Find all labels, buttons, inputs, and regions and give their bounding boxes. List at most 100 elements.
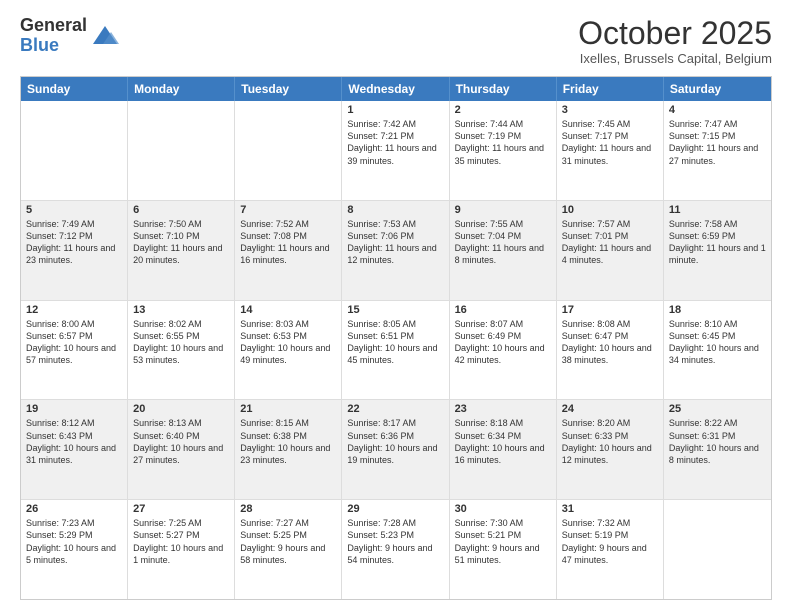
- cal-cell: 19 Sunrise: 8:12 AM Sunset: 6:43 PM Dayli…: [21, 400, 128, 499]
- cal-cell: 17 Sunrise: 8:08 AM Sunset: 6:47 PM Dayli…: [557, 301, 664, 400]
- cal-cell: 8Sunrise: 7:53 AM Sunset: 7:06 PM Daylig…: [342, 201, 449, 300]
- day-number: 20: [133, 403, 229, 415]
- day-number: 6: [133, 204, 229, 216]
- day-number: 14: [240, 304, 336, 316]
- day-number: 21: [240, 403, 336, 415]
- day-content: Sunrise: 8:12 AM Sunset: 6:43 PM Dayligh…: [26, 417, 122, 466]
- day-content: Sunrise: 7:55 AM Sunset: 7:04 PM Dayligh…: [455, 218, 551, 267]
- day-content: Sunrise: 8:08 AM Sunset: 6:47 PM Dayligh…: [562, 318, 658, 367]
- day-number: 3: [562, 104, 658, 116]
- cal-cell: 5 Sunrise: 7:49 AM Sunset: 7:12 PM Daylig…: [21, 201, 128, 300]
- cal-cell: 11Sunrise: 7:58 AM Sunset: 6:59 PM Dayli…: [664, 201, 771, 300]
- day-number: 10: [562, 204, 658, 216]
- day-content: Sunrise: 7:25 AM Sunset: 5:27 PM Dayligh…: [133, 517, 229, 566]
- cal-cell: 26 Sunrise: 7:23 AM Sunset: 5:29 PM Dayli…: [21, 500, 128, 599]
- day-content: Sunrise: 7:57 AM Sunset: 7:01 PM Dayligh…: [562, 218, 658, 267]
- day-number: 5: [26, 204, 122, 216]
- day-number: 13: [133, 304, 229, 316]
- cal-cell: [128, 101, 235, 200]
- day-content: Sunrise: 7:28 AM Sunset: 5:23 PM Dayligh…: [347, 517, 443, 566]
- day-content: Sunrise: 8:05 AM Sunset: 6:51 PM Dayligh…: [347, 318, 443, 367]
- day-content: Sunrise: 7:47 AM Sunset: 7:15 PM Dayligh…: [669, 118, 766, 167]
- cal-header-monday: Monday: [128, 77, 235, 101]
- day-content: Sunrise: 7:42 AM Sunset: 7:21 PM Dayligh…: [347, 118, 443, 167]
- logo-icon: [91, 22, 119, 50]
- day-number: 24: [562, 403, 658, 415]
- cal-cell: 4 Sunrise: 7:47 AM Sunset: 7:15 PM Daylig…: [664, 101, 771, 200]
- cal-header-friday: Friday: [557, 77, 664, 101]
- day-number: 23: [455, 403, 551, 415]
- month-title: October 2025: [578, 16, 772, 51]
- cal-cell: [235, 101, 342, 200]
- day-content: Sunrise: 7:44 AM Sunset: 7:19 PM Dayligh…: [455, 118, 551, 167]
- cal-cell: [21, 101, 128, 200]
- day-content: Sunrise: 8:03 AM Sunset: 6:53 PM Dayligh…: [240, 318, 336, 367]
- header: General Blue October 2025 Ixelles, Bruss…: [20, 16, 772, 66]
- cal-cell: 7 Sunrise: 7:52 AM Sunset: 7:08 PM Daylig…: [235, 201, 342, 300]
- logo-blue: Blue: [20, 35, 59, 55]
- cal-cell: 9 Sunrise: 7:55 AM Sunset: 7:04 PM Daylig…: [450, 201, 557, 300]
- cal-cell: 1 Sunrise: 7:42 AM Sunset: 7:21 PM Daylig…: [342, 101, 449, 200]
- day-content: Sunrise: 8:13 AM Sunset: 6:40 PM Dayligh…: [133, 417, 229, 466]
- day-number: 29: [347, 503, 443, 515]
- day-content: Sunrise: 8:00 AM Sunset: 6:57 PM Dayligh…: [26, 318, 122, 367]
- day-number: 17: [562, 304, 658, 316]
- cal-cell: 29 Sunrise: 7:28 AM Sunset: 5:23 PM Dayli…: [342, 500, 449, 599]
- day-content: Sunrise: 7:30 AM Sunset: 5:21 PM Dayligh…: [455, 517, 551, 566]
- day-number: 26: [26, 503, 122, 515]
- day-content: Sunrise: 8:15 AM Sunset: 6:38 PM Dayligh…: [240, 417, 336, 466]
- day-content: Sunrise: 7:27 AM Sunset: 5:25 PM Dayligh…: [240, 517, 336, 566]
- day-number: 12: [26, 304, 122, 316]
- cal-cell: 10 Sunrise: 7:57 AM Sunset: 7:01 PM Dayli…: [557, 201, 664, 300]
- cal-cell: 28Sunrise: 7:27 AM Sunset: 5:25 PM Dayli…: [235, 500, 342, 599]
- day-number: 4: [669, 104, 766, 116]
- cal-header-saturday: Saturday: [664, 77, 771, 101]
- cal-cell: 14 Sunrise: 8:03 AM Sunset: 6:53 PM Dayli…: [235, 301, 342, 400]
- cal-week-2: 5 Sunrise: 7:49 AM Sunset: 7:12 PM Daylig…: [21, 200, 771, 300]
- cal-cell: 2 Sunrise: 7:44 AM Sunset: 7:19 PM Daylig…: [450, 101, 557, 200]
- day-content: Sunrise: 7:50 AM Sunset: 7:10 PM Dayligh…: [133, 218, 229, 267]
- cal-week-5: 26 Sunrise: 7:23 AM Sunset: 5:29 PM Dayli…: [21, 499, 771, 599]
- cal-cell: 20 Sunrise: 8:13 AM Sunset: 6:40 PM Dayli…: [128, 400, 235, 499]
- day-number: 1: [347, 104, 443, 116]
- cal-cell: 6 Sunrise: 7:50 AM Sunset: 7:10 PM Daylig…: [128, 201, 235, 300]
- calendar: SundayMondayTuesdayWednesdayThursdayFrid…: [20, 76, 772, 600]
- day-content: Sunrise: 8:02 AM Sunset: 6:55 PM Dayligh…: [133, 318, 229, 367]
- cal-week-1: 1 Sunrise: 7:42 AM Sunset: 7:21 PM Daylig…: [21, 101, 771, 200]
- page: General Blue October 2025 Ixelles, Bruss…: [0, 0, 792, 612]
- day-number: 8: [347, 204, 443, 216]
- day-content: Sunrise: 7:23 AM Sunset: 5:29 PM Dayligh…: [26, 517, 122, 566]
- cal-header-wednesday: Wednesday: [342, 77, 449, 101]
- cal-cell: 24Sunrise: 8:20 AM Sunset: 6:33 PM Dayli…: [557, 400, 664, 499]
- day-content: Sunrise: 7:49 AM Sunset: 7:12 PM Dayligh…: [26, 218, 122, 267]
- cal-cell: 15Sunrise: 8:05 AM Sunset: 6:51 PM Dayli…: [342, 301, 449, 400]
- calendar-header: SundayMondayTuesdayWednesdayThursdayFrid…: [21, 77, 771, 101]
- day-number: 19: [26, 403, 122, 415]
- day-content: Sunrise: 7:45 AM Sunset: 7:17 PM Dayligh…: [562, 118, 658, 167]
- logo: General Blue: [20, 16, 119, 56]
- day-number: 18: [669, 304, 766, 316]
- day-number: 2: [455, 104, 551, 116]
- cal-cell: 13 Sunrise: 8:02 AM Sunset: 6:55 PM Dayli…: [128, 301, 235, 400]
- day-number: 7: [240, 204, 336, 216]
- day-content: Sunrise: 7:32 AM Sunset: 5:19 PM Dayligh…: [562, 517, 658, 566]
- day-content: Sunrise: 7:52 AM Sunset: 7:08 PM Dayligh…: [240, 218, 336, 267]
- day-content: Sunrise: 8:18 AM Sunset: 6:34 PM Dayligh…: [455, 417, 551, 466]
- day-number: 27: [133, 503, 229, 515]
- day-number: 25: [669, 403, 766, 415]
- cal-cell: 16Sunrise: 8:07 AM Sunset: 6:49 PM Dayli…: [450, 301, 557, 400]
- day-number: 9: [455, 204, 551, 216]
- cal-cell: 25 Sunrise: 8:22 AM Sunset: 6:31 PM Dayli…: [664, 400, 771, 499]
- cal-cell: [664, 500, 771, 599]
- logo-general: General: [20, 15, 87, 35]
- cal-cell: 27 Sunrise: 7:25 AM Sunset: 5:27 PM Dayli…: [128, 500, 235, 599]
- calendar-body: 1 Sunrise: 7:42 AM Sunset: 7:21 PM Daylig…: [21, 101, 771, 599]
- cal-cell: 23 Sunrise: 8:18 AM Sunset: 6:34 PM Dayli…: [450, 400, 557, 499]
- title-block: October 2025 Ixelles, Brussels Capital, …: [578, 16, 772, 66]
- cal-cell: 12 Sunrise: 8:00 AM Sunset: 6:57 PM Dayli…: [21, 301, 128, 400]
- day-content: Sunrise: 8:10 AM Sunset: 6:45 PM Dayligh…: [669, 318, 766, 367]
- cal-cell: 18 Sunrise: 8:10 AM Sunset: 6:45 PM Dayli…: [664, 301, 771, 400]
- cal-week-3: 12 Sunrise: 8:00 AM Sunset: 6:57 PM Dayli…: [21, 300, 771, 400]
- day-content: Sunrise: 8:22 AM Sunset: 6:31 PM Dayligh…: [669, 417, 766, 466]
- cal-cell: 3 Sunrise: 7:45 AM Sunset: 7:17 PM Daylig…: [557, 101, 664, 200]
